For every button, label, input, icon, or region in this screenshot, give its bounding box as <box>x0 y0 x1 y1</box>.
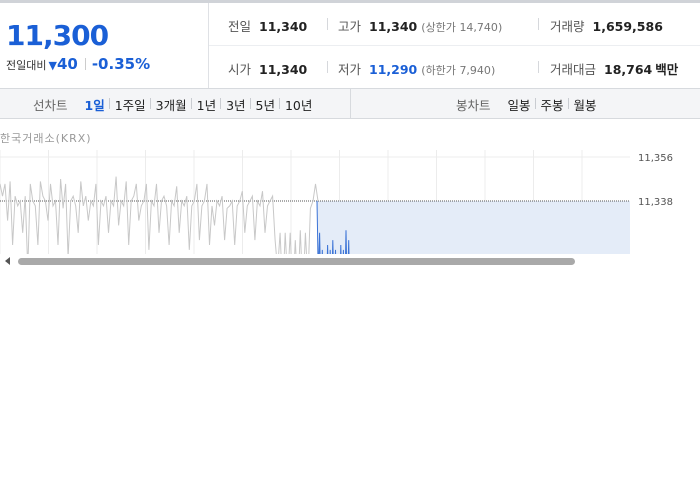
cell-divider <box>327 18 328 30</box>
prev-close-label: 전일 <box>228 19 252 34</box>
tab-10year[interactable]: 10년 <box>278 95 317 114</box>
tab-1week[interactable]: 1주일 <box>108 95 151 114</box>
y-tick-label: 11,338 <box>638 197 673 208</box>
scroll-thumb[interactable] <box>18 258 575 265</box>
tab-3year[interactable]: 3년 <box>220 95 250 114</box>
open-label: 시가 <box>228 62 252 77</box>
high-value: 11,340 <box>369 19 418 34</box>
trade-amount: 거래대금 18,764 백만 <box>550 59 678 78</box>
line-chart-title: 선차트 <box>33 98 68 113</box>
lower-limit-label: 하한가 <box>425 64 456 77</box>
trade-amount-value: 18,764 <box>604 62 653 77</box>
tab-weekly-candle[interactable]: 주봉 <box>534 95 569 114</box>
trade-amount-label: 거래대금 <box>550 62 597 77</box>
cell-divider <box>327 61 328 73</box>
change-label: 전일대비 <box>6 59 47 72</box>
change-percent: -0.35% <box>91 55 151 73</box>
chart-scrollbar[interactable] <box>0 254 700 268</box>
high-label: 고가 <box>338 19 362 34</box>
lower-limit: (하한가 7,940) <box>421 64 496 77</box>
volume-value: 1,659,586 <box>592 19 663 34</box>
tab-daily-candle[interactable]: 일봉 <box>503 95 536 114</box>
upper-limit-label: 상한가 <box>425 21 456 34</box>
low-value: 11,290 <box>369 62 418 77</box>
tab-monthly-candle[interactable]: 월봉 <box>567 95 602 114</box>
tab-1year[interactable]: 1년 <box>190 95 221 114</box>
quote-row-divider <box>209 45 700 46</box>
low-label: 저가 <box>338 62 362 77</box>
candle-chart-title: 봉차트 <box>456 98 491 113</box>
cell-divider <box>538 18 539 30</box>
candle-chart-tabs: 봉차트 일봉 주봉 월봉 <box>456 89 602 120</box>
current-area-fill <box>317 201 630 254</box>
tab-5year[interactable]: 5년 <box>249 95 280 114</box>
line-chart-tabs: 선차트 1일 1주일 3개월 1년 3년 5년 10년 <box>33 89 317 120</box>
high-price: 고가 11,340 (상한가 14,740) <box>338 16 502 35</box>
tab-1day[interactable]: 1일 <box>80 95 110 114</box>
volume-label: 거래량 <box>550 19 585 34</box>
divider <box>84 58 86 70</box>
current-price: 11,300 <box>6 19 109 52</box>
open-value: 11,340 <box>259 62 308 77</box>
volume: 거래량 1,659,586 <box>550 16 663 35</box>
chart-tab-bar: 선차트 1일 1주일 3개월 1년 3년 5년 10년 봉차트 일봉 주봉 월봉 <box>0 88 700 119</box>
change-value: 40 <box>56 55 78 73</box>
lower-limit-value: 7,940 <box>459 64 491 77</box>
cell-divider <box>538 61 539 73</box>
scroll-left-arrow-icon[interactable] <box>5 257 10 265</box>
data-source: 한국거래소(KRX) <box>0 132 92 145</box>
prev-close-value: 11,340 <box>259 19 308 34</box>
upper-limit: (상한가 14,740) <box>421 21 503 34</box>
intraday-chart: 11,356 11,338 <box>0 150 673 254</box>
y-tick-label: 11,356 <box>638 153 673 164</box>
prev-close: 전일 11,340 <box>228 16 307 35</box>
upper-limit-value: 14,740 <box>459 21 498 34</box>
trade-amount-unit: 백만 <box>655 62 679 77</box>
series-line-previous <box>0 176 319 254</box>
price-change-row: 전일대비 ▼40 -0.35% <box>6 55 150 73</box>
open-price: 시가 11,340 <box>228 59 307 78</box>
tab-group-divider <box>350 89 351 118</box>
tab-3month[interactable]: 3개월 <box>149 95 192 114</box>
low-price: 저가 11,290 (하한가 7,940) <box>338 59 495 78</box>
down-triangle-icon: ▼ <box>48 59 57 72</box>
price-summary: 11,300 전일대비 ▼40 -0.35% <box>0 3 208 88</box>
